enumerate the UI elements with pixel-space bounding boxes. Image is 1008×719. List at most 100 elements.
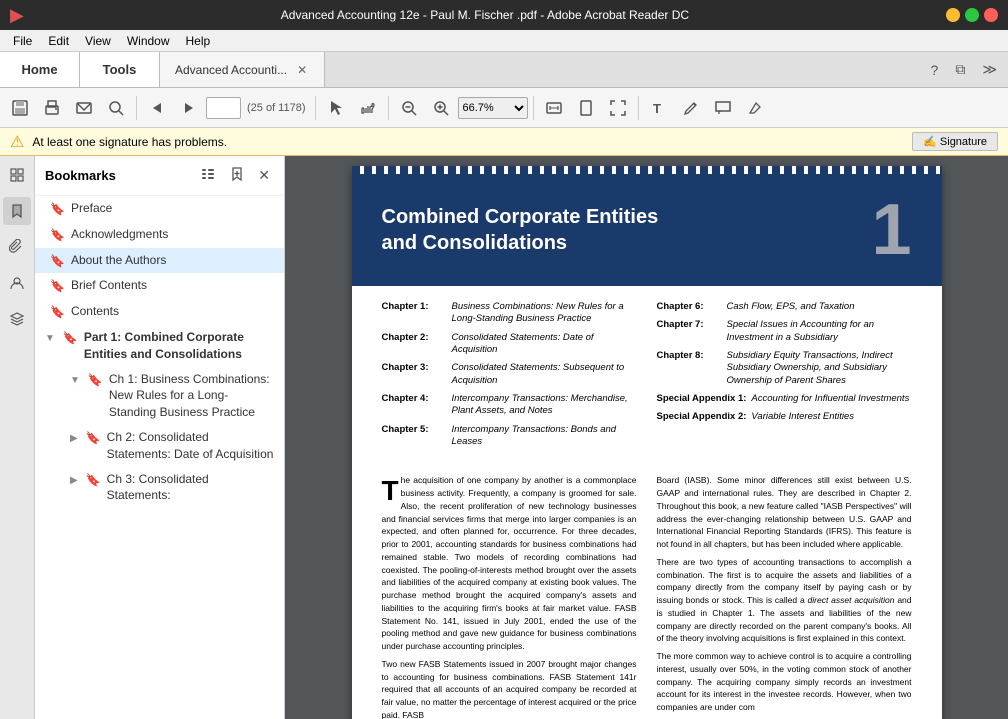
bookmark-icon: 🔖 <box>50 253 65 270</box>
cursor-tool[interactable] <box>321 95 351 121</box>
fit-full-button[interactable] <box>603 95 633 121</box>
fit-page-button[interactable] <box>571 95 601 121</box>
bookmark-ch3[interactable]: ▶ 🔖 Ch 3: Consolidated Statements: <box>35 467 284 509</box>
bookmark-ch2-label: Ch 2: Consolidated Statements: Date of A… <box>107 429 274 463</box>
bookmarks-scroll[interactable]: 🔖 Preface 🔖 Acknowledgments 🔖 About the … <box>35 196 284 719</box>
save-button[interactable] <box>5 95 35 121</box>
toc-ch6-label: Chapter 6: <box>657 301 722 313</box>
zoom-select[interactable]: 25%33%50%66.7%75%100%125%150%200% <box>458 97 528 119</box>
page-top-stripe <box>352 166 942 174</box>
bookmark-icon: 🔖 <box>50 304 65 321</box>
bookmarks-menu-button[interactable] <box>196 164 220 187</box>
minimize-button[interactable] <box>946 8 960 22</box>
menu-bar: File Edit View Window Help <box>0 30 1008 52</box>
menu-file[interactable]: File <box>5 32 40 50</box>
bookmark-contents-label: Contents <box>71 303 274 320</box>
pdf-page: Combined Corporate Entities and Consolid… <box>352 166 942 719</box>
panel-header: Bookmarks ✕ <box>35 156 284 196</box>
body-col-right: Board (IASB). Some minor differences sti… <box>657 474 912 719</box>
bookmark-brief-contents[interactable]: 🔖 Brief Contents <box>35 273 284 299</box>
sidebar-attachments[interactable] <box>3 233 31 261</box>
tab-doc-label: Advanced Accounti... <box>175 63 287 77</box>
print-button[interactable] <box>37 95 67 121</box>
sidebar-page-thumbnails[interactable] <box>3 161 31 189</box>
panel-header-actions: ✕ <box>196 164 274 187</box>
toc-ch7-label: Chapter 7: <box>657 319 722 344</box>
toc-row-ch6: Chapter 6: Cash Flow, EPS, and Taxation <box>657 301 912 313</box>
help-button[interactable]: ? <box>925 59 945 81</box>
toc-row-ch2: Chapter 2: Consolidated Statements: Date… <box>382 332 637 357</box>
page-total: (25 of 1178) <box>243 102 310 114</box>
search-button[interactable] <box>101 95 131 121</box>
toc-row-ch1: Chapter 1: Business Combinations: New Ru… <box>382 301 637 326</box>
bookmark-preface[interactable]: 🔖 Preface <box>35 196 284 222</box>
sidebar-layers[interactable] <box>3 305 31 333</box>
more-button[interactable]: ≫ <box>976 58 1003 81</box>
tab-close-button[interactable]: ✕ <box>295 61 309 79</box>
tab-home[interactable]: Home <box>0 52 80 87</box>
toc-ch4-title: Intercompany Transactions: Merchandise, … <box>452 393 637 418</box>
tab-document[interactable]: Advanced Accounti... ✕ <box>160 52 325 87</box>
bookmark-acknowledgments-label: Acknowledgments <box>71 226 274 243</box>
sidebar-signatures[interactable] <box>3 269 31 297</box>
toc-ch6-title: Cash Flow, EPS, and Taxation <box>727 301 912 313</box>
maximize-button[interactable] <box>965 8 979 22</box>
bookmark-icon: 🔖 <box>50 227 65 244</box>
toc-ch8-title: Subsidiary Equity Transactions, Indirect… <box>727 350 912 387</box>
title-bar-app-icon: ▶ <box>10 5 24 26</box>
toc-row-ch4: Chapter 4: Intercompany Transactions: Me… <box>382 393 637 418</box>
bookmark-part1[interactable]: ▼ 🔖 Part 1: Combined Corporate Entities … <box>35 325 284 367</box>
toc-section: Chapter 1: Business Combinations: New Ru… <box>352 286 942 469</box>
close-button[interactable] <box>984 8 998 22</box>
tab-tools[interactable]: Tools <box>80 52 160 87</box>
zoom-in-button[interactable] <box>426 95 456 121</box>
bookmark-about-authors[interactable]: 🔖 About the Authors <box>35 248 284 274</box>
toc-row-ch8: Chapter 8: Subsidiary Equity Transaction… <box>657 350 912 387</box>
menu-view[interactable]: View <box>77 32 119 50</box>
page-number-input[interactable]: 1 <box>206 97 241 119</box>
pdf-viewer[interactable]: Combined Corporate Entities and Consolid… <box>285 156 1008 719</box>
bookmarks-panel: Bookmarks ✕ 🔖 Preface 🔖 <box>35 156 285 719</box>
panel-close-button[interactable]: ✕ <box>254 164 274 187</box>
pen-button[interactable] <box>740 95 770 121</box>
bookmark-icon: 🔖 <box>86 472 101 489</box>
prev-page-button[interactable] <box>142 95 172 121</box>
chapter-title-text: Combined Corporate Entities and Consolid… <box>382 206 659 254</box>
bookmark-icon: 🔖 <box>50 278 65 295</box>
bookmark-contents[interactable]: 🔖 Contents <box>35 299 284 325</box>
toc-left: Chapter 1: Business Combinations: New Ru… <box>382 301 637 454</box>
sidebar-bookmarks[interactable] <box>3 197 31 225</box>
menu-window[interactable]: Window <box>119 32 178 50</box>
zoom-out-button[interactable] <box>394 95 424 121</box>
body-col-left: The acquisition of one company by anothe… <box>382 474 637 719</box>
text-select-button[interactable]: T <box>644 95 674 121</box>
toc-ch2-label: Chapter 2: <box>382 332 447 357</box>
menu-edit[interactable]: Edit <box>40 32 77 50</box>
menu-help[interactable]: Help <box>178 32 219 50</box>
bookmarks-new-button[interactable] <box>225 164 249 187</box>
toc-ch5-label: Chapter 5: <box>382 424 447 449</box>
chapter-title: Combined Corporate Entities and Consolid… <box>382 204 659 256</box>
toc-ch4-label: Chapter 4: <box>382 393 447 418</box>
bookmark-ch3-label: Ch 3: Consolidated Statements: <box>107 471 274 505</box>
left-sidebar <box>0 156 35 719</box>
signature-button[interactable]: ✍ Signature <box>912 132 998 151</box>
bookmark-ch2[interactable]: ▶ 🔖 Ch 2: Consolidated Statements: Date … <box>35 425 284 467</box>
fit-width-button[interactable] <box>539 95 569 121</box>
bookmark-part1-label: Part 1: Combined Corporate Entities and … <box>84 329 274 363</box>
body-text-left: The acquisition of one company by anothe… <box>382 474 637 653</box>
bookmark-ch1[interactable]: ▼ 🔖 Ch 1: Business Combinations: New Rul… <box>35 367 284 425</box>
bookmark-acknowledgments[interactable]: 🔖 Acknowledgments <box>35 222 284 248</box>
hand-tool[interactable] <box>353 95 383 121</box>
toc-ch5-title: Intercompany Transactions: Bonds and Lea… <box>452 424 637 449</box>
bookmark-icon: 🔖 <box>88 372 103 389</box>
comment-button[interactable] <box>708 95 738 121</box>
main-area: Bookmarks ✕ 🔖 Preface 🔖 <box>0 156 1008 719</box>
next-page-button[interactable] <box>174 95 204 121</box>
title-bar-controls[interactable] <box>946 8 998 22</box>
edit-button[interactable] <box>676 95 706 121</box>
email-button[interactable] <box>69 95 99 121</box>
bookmark-icon: 🔖 <box>50 201 65 218</box>
svg-text:T: T <box>653 101 661 116</box>
window-button[interactable]: ⧉ <box>949 58 971 81</box>
